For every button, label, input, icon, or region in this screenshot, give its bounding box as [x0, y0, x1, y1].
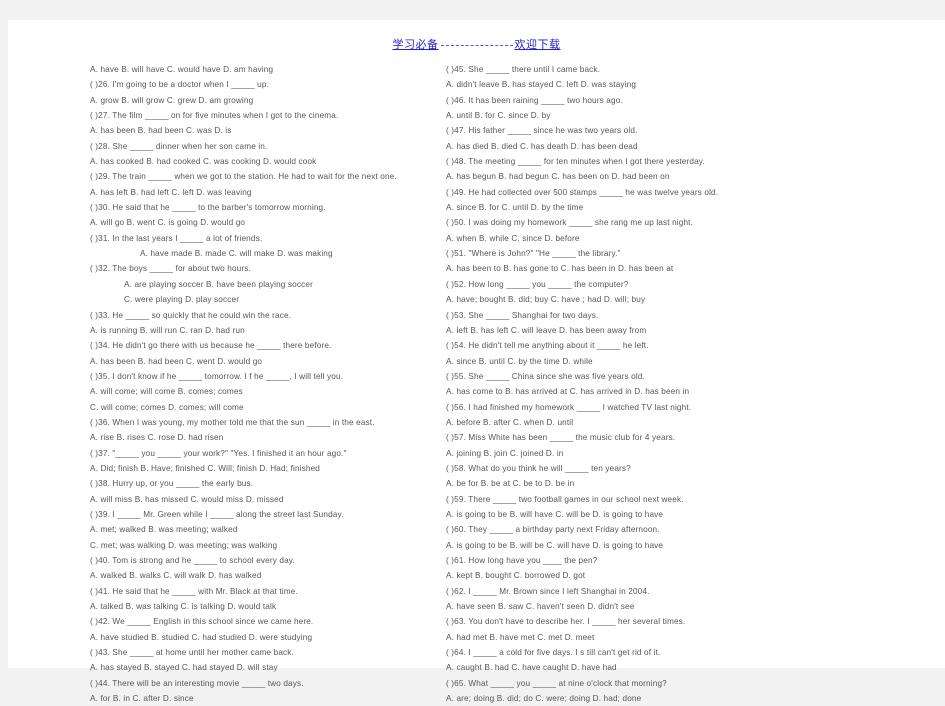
option-line: A. Did; finish B. Have; finished C. Will…: [90, 463, 320, 473]
option-line: A. has left B. had left C. left D. was l…: [90, 187, 252, 197]
question-line: ( )45. She _____ there until I came back…: [446, 65, 601, 74]
question-line: ( )53. She _____ Shanghai for two days.: [446, 310, 599, 320]
question-line: ( )49. He had collected over 500 stamps …: [446, 187, 719, 197]
question-line: ( )36. When I was young, my mother told …: [90, 417, 375, 427]
option-line: A. have seen B. saw C. haven't seen D. d…: [446, 602, 635, 612]
question-line: ( )64. I _____ a cold for five days. I s…: [446, 648, 661, 658]
option-line: A. rise B. rises C. rose D. had risen: [90, 433, 224, 443]
option-line: A. left B. has left C. will leave D. has…: [446, 325, 647, 335]
option-line: A. be for B. be at C. be to D. be in: [446, 479, 575, 489]
option-line: A. kept B. bought C. borrowed D. got: [446, 571, 586, 581]
option-line: A. will go B. went C. is going D. would …: [90, 218, 246, 228]
option-line: A. are playing soccer B. have been playi…: [124, 279, 313, 289]
question-line: ( )58. What do you think he will _____ t…: [446, 463, 631, 473]
option-line: A. has been to B. has gone to C. has bee…: [446, 264, 674, 274]
header-right-text: 欢迎下载: [514, 39, 561, 51]
question-line: ( )27. The film _____ on for five minute…: [90, 111, 339, 121]
question-line: ( )54. He didn't tell me anything about …: [446, 341, 649, 351]
question-line: ( )26. I'm going to be a doctor when I _…: [90, 80, 269, 90]
question-line: ( )47. His father _____ since he was two…: [446, 126, 638, 136]
option-line: C. met; was walking D. was meeting; was …: [90, 540, 278, 550]
option-line: A. will come; will come B. comes; comes: [90, 387, 243, 397]
option-line: A. since B. until C. by the time D. whil…: [446, 356, 593, 366]
option-line: A. will miss B. has missed C. would miss…: [90, 494, 284, 504]
option-line: A. have B. will have C. would have D. am…: [90, 65, 274, 74]
question-line: ( )55. She _____ China since she was fiv…: [446, 371, 645, 381]
option-line: A. had met B. have met C. met D. meet: [446, 632, 595, 642]
question-line: ( )57. Miss White has been _____ the mus…: [446, 433, 676, 443]
option-line: A. is going to be B. will be C. will hav…: [446, 540, 664, 550]
option-line: A. has stayed B. stayed C. had stayed D.…: [90, 663, 278, 673]
option-line: A. has begun B. had begun C. has been on…: [446, 172, 670, 182]
option-line: A. grow B. will grow C. grew D. am growi…: [90, 95, 254, 105]
question-line: ( )65. What _____ you _____ at nine o'cl…: [446, 678, 667, 688]
option-line: A. are; doing B. did; do C. were; doing …: [446, 694, 642, 704]
question-line: ( )41. He said that he _____ with Mr. Bl…: [90, 586, 298, 596]
worksheet-page: 学习必备 欢迎下载 A. have B. will have C. would h…: [8, 20, 945, 703]
header-left-text: 学习必备: [392, 39, 439, 51]
question-line: ( )40. Tom is strong and he _____ to sch…: [90, 556, 295, 565]
question-line: ( )60. They _____ a birthday party next …: [446, 525, 660, 535]
option-line: A. is running B. will run C. ran D. had …: [90, 325, 245, 335]
question-line: ( )48. The meeting _____ for ten minutes…: [446, 157, 705, 167]
option-line: A. didn't leave B. has stayed C. left D.…: [446, 80, 637, 90]
question-line: ( )61. How long have you ____ the pen?: [446, 556, 598, 565]
option-line: A. met; walked B. was meeting; walked: [90, 525, 238, 535]
option-line: A. caught B. had C. have caught D. have …: [446, 663, 617, 673]
option-line: A. has cooked B. had cooked C. was cooki…: [90, 157, 317, 167]
question-line: ( )39. I _____ Mr. Green while I _____ a…: [90, 509, 344, 519]
question-line: ( )42. We _____ English in this school s…: [90, 617, 314, 627]
question-line: ( )35. I don't know if he _____ tomorrow…: [90, 371, 344, 381]
option-line: A. since B. for C. until D. by the time: [446, 203, 584, 213]
option-line: A. has died B. died C. has death D. has …: [446, 141, 638, 151]
header-dashed-separator: [440, 45, 513, 46]
option-line: A. for B. in C. after D. since: [90, 694, 194, 704]
question-line: ( )56. I had finished my homework _____ …: [446, 402, 692, 412]
left-column: A. have B. will have C. would have D. am…: [8, 62, 438, 703]
question-line: ( )33. He _____ so quickly that he could…: [90, 310, 292, 320]
right-column: ( )45. She _____ there until I came back…: [438, 62, 945, 703]
question-line: ( )29. The train _____ when we got to th…: [90, 172, 397, 182]
question-line: ( )46. It has been raining _____ two hou…: [446, 95, 623, 105]
question-line: ( )31. In the last years I _____ a lot o…: [90, 233, 263, 243]
question-line: ( )30. He said that he _____ to the barb…: [90, 203, 326, 213]
question-line: ( )37. "_____ you _____ your work?" "Yes…: [90, 448, 347, 458]
option-line: A. until B. for C. since D. by: [446, 111, 551, 121]
option-line: A. when B. while C. since D. before: [446, 233, 580, 243]
question-line: ( )44. There will be an interesting movi…: [90, 678, 304, 688]
question-line: ( )32. The boys _____ for about two hour…: [90, 264, 251, 274]
option-line: A. joining B. join C. joined D. in: [446, 448, 564, 458]
question-line: ( )50. I was doing my homework _____ she…: [446, 218, 694, 228]
question-line: ( )28. She _____ dinner when her son cam…: [90, 141, 268, 151]
option-line: C. will come; comes D. comes; will come: [90, 402, 244, 412]
question-line: ( )59. There _____ two football games in…: [446, 494, 684, 504]
option-line: A. has been B. had been C. was D. is: [90, 126, 232, 136]
question-line: ( )43. She _____ at home until her mothe…: [90, 648, 294, 658]
question-line: ( )52. How long _____ you _____ the comp…: [446, 279, 629, 289]
question-line: ( )38. Hurry up, or you _____ the early …: [90, 479, 254, 489]
option-line: A. have; bought B. did; buy C. have ; ha…: [446, 295, 646, 305]
option-line: A. talked B. was talking C. is talking D…: [90, 602, 277, 612]
two-column-body: A. have B. will have C. would have D. am…: [8, 62, 945, 703]
question-line: ( )51. "Where is John?" "He _____ the li…: [446, 249, 621, 259]
option-line: C. were playing D. play soccer: [124, 295, 240, 305]
question-line: ( )62. I _____ Mr. Brown since I left Sh…: [446, 586, 650, 596]
option-line: A. have studied B. studied C. had studie…: [90, 632, 313, 642]
question-line: ( )63. You don't have to describe her. I…: [446, 617, 686, 627]
question-line: ( )34. He didn't go there with us becaus…: [90, 341, 332, 351]
option-line: A. before B. after C. when D. until: [446, 417, 574, 427]
page-header: 学习必备 欢迎下载: [8, 36, 945, 52]
option-line: A. is going to be B. will have C. will b…: [446, 509, 664, 519]
option-line: A. has come to B. has arrived at C. has …: [446, 387, 690, 397]
option-line: A. have made B. made C. will make D. was…: [140, 249, 333, 259]
option-line: A. has been B. had been C. went D. would…: [90, 356, 263, 366]
option-line: A. walked B. walks C. will walk D. has w…: [90, 571, 262, 581]
